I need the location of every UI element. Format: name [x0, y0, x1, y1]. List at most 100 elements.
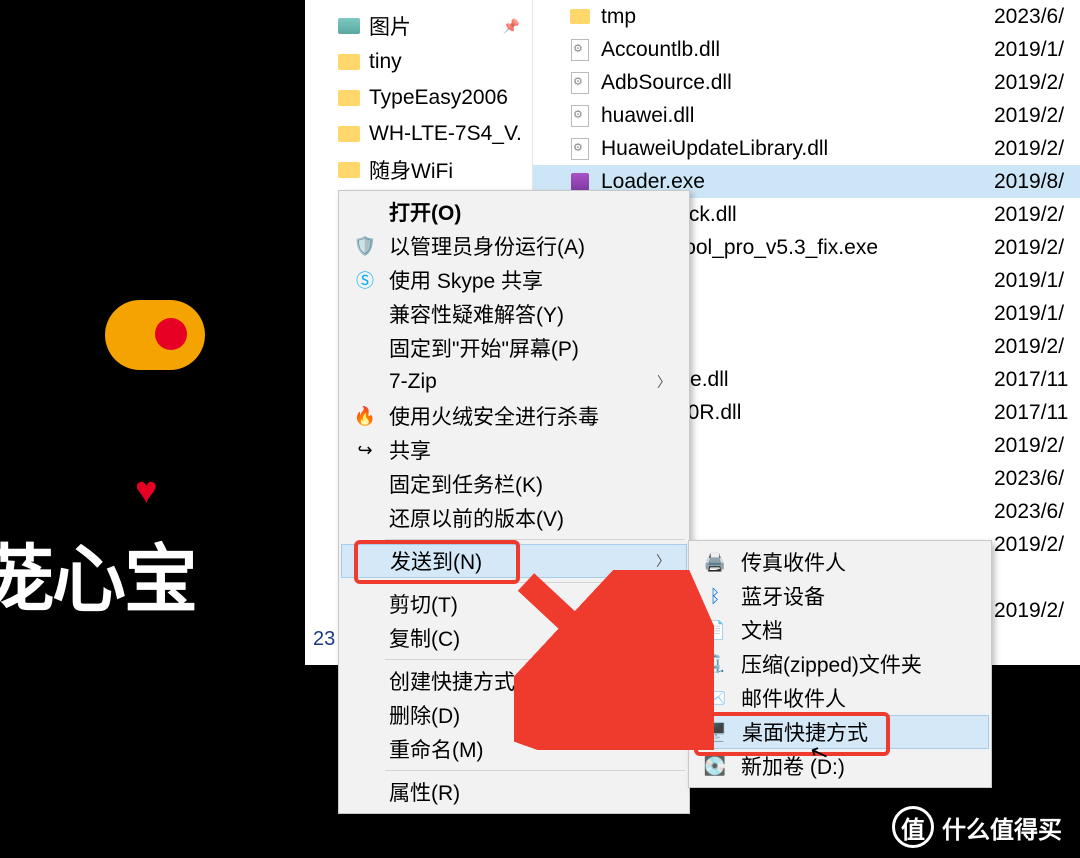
file-date: 2019/2/: [994, 533, 1080, 557]
file-date: 2019/8/: [994, 170, 1080, 194]
file-date: 2023/6/: [994, 467, 1080, 491]
sidebar-item-label: 图片: [369, 11, 411, 41]
sidebar-item-label: 随身WiFi: [369, 155, 453, 185]
bluetooth-icon: ᛒ: [703, 584, 727, 608]
sidebar-item[interactable]: 图片: [305, 8, 532, 44]
menu-properties[interactable]: 属性(R): [341, 775, 687, 809]
dll-icon: [569, 138, 591, 160]
fire-icon: 🔥: [353, 404, 377, 428]
menu-open[interactable]: 打开(O): [341, 195, 687, 229]
sendto-fax[interactable]: 🖨️传真收件人: [691, 545, 989, 579]
file-date: 2017/11: [994, 401, 1080, 425]
sendto-mail[interactable]: ✉️邮件收件人: [691, 681, 989, 715]
menu-separator: [385, 659, 685, 660]
file-name: HuaweiUpdateLibrary.dll: [601, 137, 828, 161]
file-row[interactable]: tmp 2023/6/: [533, 0, 1080, 33]
file-date: 2023/6/: [994, 5, 1080, 29]
chevron-right-icon: 〉: [656, 551, 670, 571]
menu-rename[interactable]: 重命名(M): [341, 732, 687, 766]
sidebar-item-label: tiny: [369, 50, 402, 74]
menu-send-to[interactable]: 发送到(N)〉: [341, 544, 687, 578]
folder-icon: [337, 124, 361, 144]
documents-icon: 📄: [703, 618, 727, 642]
file-date: 2019/2/: [994, 599, 1080, 623]
menu-antivirus[interactable]: 🔥使用火绒安全进行杀毒: [341, 399, 687, 433]
sendto-bluetooth[interactable]: ᛒ蓝牙设备: [691, 579, 989, 613]
file-date: 2019/1/: [994, 302, 1080, 326]
file-date: 2019/2/: [994, 236, 1080, 260]
file-name: tmp: [601, 5, 636, 29]
folder-icon: [337, 88, 361, 108]
menu-separator: [385, 582, 685, 583]
menu-pin-taskbar[interactable]: 固定到任务栏(K): [341, 467, 687, 501]
sidebar-item[interactable]: tiny: [305, 44, 532, 80]
file-date: 2019/2/: [994, 71, 1080, 95]
sendto-submenu: 🖨️传真收件人 ᛒ蓝牙设备 📄文档 🗜️压缩(zipped)文件夹 ✉️邮件收件…: [688, 540, 992, 788]
file-date: 2023/6/: [994, 500, 1080, 524]
sidebar-item[interactable]: WH-LTE-7S4_V.: [305, 116, 532, 152]
folder-icon: [337, 52, 361, 72]
heart-icon: ♥: [135, 470, 158, 513]
file-name: huawei.dll: [601, 104, 694, 128]
menu-skype-share[interactable]: Ⓢ使用 Skype 共享: [341, 263, 687, 297]
dll-icon: [569, 72, 591, 94]
file-row[interactable]: huawei.dll 2019/2/: [533, 99, 1080, 132]
sidebar-item-label: WH-LTE-7S4_V.: [369, 122, 522, 146]
sendto-documents[interactable]: 📄文档: [691, 613, 989, 647]
desktop-icon: 🖥️: [704, 720, 728, 744]
file-date: 2019/2/: [994, 203, 1080, 227]
logo-eye: [105, 300, 205, 370]
file-date: 2019/1/: [994, 38, 1080, 62]
watermark: 值 什么值得买: [892, 806, 1062, 848]
mail-icon: ✉️: [703, 686, 727, 710]
file-row[interactable]: AdbSource.dll 2019/2/: [533, 66, 1080, 99]
file-row[interactable]: HuaweiUpdateLibrary.dll 2019/2/: [533, 132, 1080, 165]
shield-icon: 🛡️: [353, 234, 377, 258]
menu-7zip[interactable]: 7-Zip〉: [341, 365, 687, 399]
file-name: Accountlb.dll: [601, 38, 720, 62]
file-date: 2019/1/: [994, 269, 1080, 293]
sidebar-item-label: TypeEasy2006: [369, 86, 508, 110]
drive-icon: 💽: [703, 754, 727, 778]
desktop-background: ♥ 茏心宝: [0, 0, 305, 858]
share-icon: ↪: [353, 438, 377, 462]
file-row[interactable]: Accountlb.dll 2019/1/: [533, 33, 1080, 66]
skype-icon: Ⓢ: [353, 268, 377, 292]
logo-text: 茏心宝: [0, 520, 196, 627]
dll-icon: [569, 39, 591, 61]
watermark-icon: 值: [892, 806, 934, 848]
folder-icon: [569, 6, 591, 28]
file-date: 2019/2/: [994, 335, 1080, 359]
file-date: 2017/11: [994, 368, 1080, 392]
menu-copy[interactable]: 复制(C): [341, 621, 687, 655]
file-date: 2019/2/: [994, 104, 1080, 128]
menu-restore-previous[interactable]: 还原以前的版本(V): [341, 501, 687, 535]
file-name: AdbSource.dll: [601, 71, 732, 95]
menu-separator: [385, 539, 685, 540]
logo-pupil: [155, 318, 187, 350]
watermark-text: 什么值得买: [942, 810, 1062, 845]
file-date: 2019/2/: [994, 434, 1080, 458]
menu-create-shortcut[interactable]: 创建快捷方式(S): [341, 664, 687, 698]
sidebar-item[interactable]: 随身WiFi: [305, 152, 532, 188]
zip-icon: 🗜️: [703, 652, 727, 676]
folder-icon: [337, 16, 361, 36]
sendto-desktop-shortcut[interactable]: 🖥️桌面快捷方式: [691, 715, 989, 749]
fax-icon: 🖨️: [703, 550, 727, 574]
menu-cut[interactable]: 剪切(T): [341, 587, 687, 621]
folder-icon: [337, 160, 361, 180]
menu-compat-troubleshoot[interactable]: 兼容性疑难解答(Y): [341, 297, 687, 331]
sendto-new-volume[interactable]: 💽新加卷 (D:): [691, 749, 989, 783]
sendto-zipped[interactable]: 🗜️压缩(zipped)文件夹: [691, 647, 989, 681]
menu-delete[interactable]: 删除(D): [341, 698, 687, 732]
menu-share[interactable]: ↪共享: [341, 433, 687, 467]
sidebar-item[interactable]: TypeEasy2006: [305, 80, 532, 116]
chevron-right-icon: 〉: [657, 372, 671, 392]
item-count: 23: [307, 622, 341, 657]
context-menu: 打开(O) 🛡️以管理员身份运行(A) Ⓢ使用 Skype 共享 兼容性疑难解答…: [338, 190, 690, 814]
file-date: 2019/2/: [994, 137, 1080, 161]
menu-pin-start[interactable]: 固定到"开始"屏幕(P): [341, 331, 687, 365]
menu-run-as-admin[interactable]: 🛡️以管理员身份运行(A): [341, 229, 687, 263]
dll-icon: [569, 105, 591, 127]
menu-separator: [385, 770, 685, 771]
